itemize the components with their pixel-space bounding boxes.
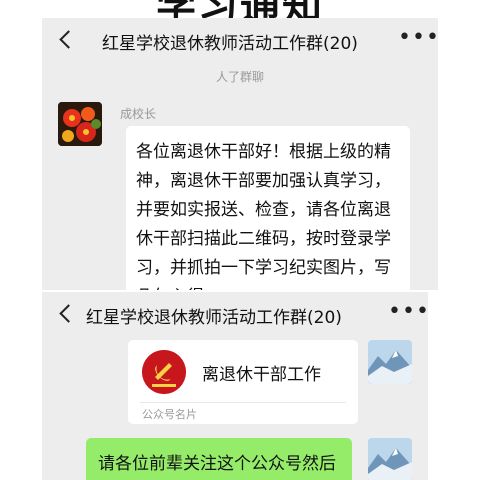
chat-header: 红星学校退休教师活动工作群(20) •••	[42, 18, 438, 68]
more-dots-icon[interactable]: •••	[388, 301, 428, 323]
account-name: 离退休干部工作	[202, 365, 321, 385]
system-notice: 人了群聊	[215, 70, 264, 84]
avatar[interactable]	[58, 102, 102, 146]
landscape-avatar-image	[368, 438, 412, 480]
message-bubble-wrap: 请各位前辈关注这个公众号然后点击学习专栏	[86, 438, 358, 480]
more-dots-icon[interactable]: •••	[398, 27, 438, 49]
party-emblem-icon	[142, 350, 186, 394]
chat-title: 红星学校退休教师活动工作群(20)	[102, 34, 358, 54]
chat-screenshot-1: 红星学校退休教师活动工作群(20) ••• 人了群聊 成校长 各位离退休干部好！…	[42, 18, 438, 290]
divider	[140, 402, 346, 403]
sender-name: 成校长	[120, 107, 157, 121]
card-type-label: 公众号名片	[142, 408, 197, 421]
chat-title: 红星学校退休教师活动工作群(20)	[86, 308, 342, 328]
chevron-left-icon[interactable]	[60, 306, 74, 320]
message-bubble[interactable]: 各位离退休干部好！根据上级的精神，离退休干部要加强认真学习，并要如实报送、检查，…	[126, 126, 410, 290]
chat-header: 红星学校退休教师活动工作群(20) •••	[42, 292, 428, 342]
avatar[interactable]	[368, 438, 412, 480]
flower-avatar-image	[58, 102, 102, 146]
landscape-avatar-image	[368, 340, 412, 384]
chat-screenshot-2: 红星学校退休教师活动工作群(20) ••• 离退休干部工作 公众号名片 请各位前…	[42, 292, 428, 480]
official-account-card[interactable]: 离退休干部工作 公众号名片	[128, 340, 358, 424]
chevron-left-icon[interactable]	[60, 32, 74, 46]
message-bubble[interactable]: 请各位前辈关注这个公众号然后点击学习专栏	[86, 438, 352, 480]
avatar[interactable]	[368, 340, 412, 384]
